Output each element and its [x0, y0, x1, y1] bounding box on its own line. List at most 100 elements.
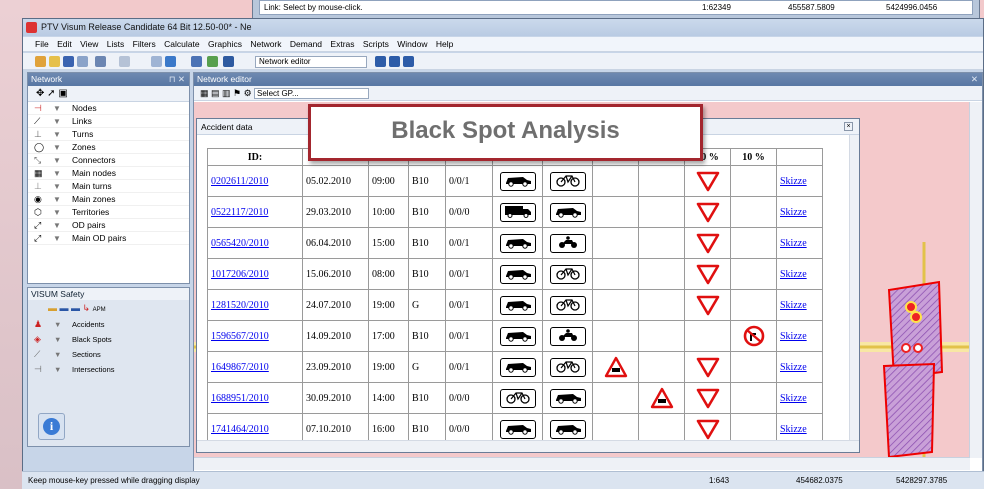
network-item-nodes[interactable]: ⊣ ▼ Nodes [28, 102, 189, 115]
menu-demand[interactable]: Demand [290, 39, 322, 49]
sign-10-cell [730, 258, 777, 290]
filter-icon[interactable]: ▼ [53, 180, 61, 193]
layout-columns-icon[interactable] [403, 56, 414, 67]
accident-id-link[interactable]: 1741464/2010 [211, 424, 269, 435]
undo-icon[interactable] [95, 56, 106, 67]
filter-icon[interactable]: ▼ [53, 206, 61, 219]
filter-icon[interactable] [151, 56, 162, 67]
layout-icon[interactable] [375, 56, 386, 67]
network-item-main-nodes[interactable]: ▦ ▼ Main nodes [28, 167, 189, 180]
network-item-territories[interactable]: ⬡ ▼ Territories [28, 206, 189, 219]
filter-icon[interactable]: ▼ [53, 232, 61, 245]
info-button[interactable]: i [38, 413, 65, 440]
accident-vertical-scrollbar[interactable] [849, 135, 859, 441]
filter-icon[interactable]: ▼ [53, 193, 61, 206]
graph-icon[interactable] [207, 56, 218, 67]
accident-id-link[interactable]: 1017206/2010 [211, 269, 269, 280]
save-icon[interactable]: ▬ [60, 303, 69, 313]
grid-icon[interactable] [223, 56, 234, 67]
sketch-link[interactable]: Skizze [780, 176, 807, 187]
network-item-main-turns[interactable]: ⊥ ▼ Main turns [28, 180, 189, 193]
network-item-od-pairs[interactable]: ⤢ ▼ OD pairs [28, 219, 189, 232]
apm-icon[interactable]: ↳ [83, 303, 91, 313]
close-icon[interactable]: ✕ [971, 73, 978, 86]
window-icon[interactable]: ▣ [58, 88, 67, 99]
close-icon[interactable]: × [844, 122, 853, 131]
menu-filters[interactable]: Filters [133, 39, 156, 49]
menu-window[interactable]: Window [397, 39, 427, 49]
safety-item-sections[interactable]: ⟋ ▼ Sections [28, 347, 189, 362]
open-icon[interactable]: ▬ [48, 303, 57, 313]
warning-cell [638, 196, 685, 228]
filter-icon[interactable]: ▼ [53, 141, 61, 154]
info-icon[interactable] [165, 56, 176, 67]
menu-calculate[interactable]: Calculate [164, 39, 199, 49]
menu-extras[interactable]: Extras [330, 39, 354, 49]
print-icon[interactable] [77, 56, 88, 67]
filter-icon[interactable]: ▼ [54, 347, 61, 362]
filter-icon[interactable]: ▼ [53, 128, 61, 141]
menu-file[interactable]: File [35, 39, 49, 49]
safety-item-black-spots[interactable]: ◈ ▼ Black Spots [28, 332, 189, 347]
sketch-link[interactable]: Skizze [780, 238, 807, 249]
sketch-link[interactable]: Skizze [780, 393, 807, 404]
sketch-link[interactable]: Skizze [780, 269, 807, 280]
view-select[interactable]: Network editor [255, 56, 367, 68]
panel-close-icon[interactable]: ⊓ ✕ [169, 73, 185, 86]
grid-icon[interactable]: ▬ [71, 303, 80, 313]
accident-id-link[interactable]: 1281520/2010 [211, 300, 269, 311]
network-item-turns[interactable]: ⊥ ▼ Turns [28, 128, 189, 141]
accident-id-link[interactable]: 0565420/2010 [211, 238, 269, 249]
menu-help[interactable]: Help [436, 39, 453, 49]
safety-item-accidents[interactable]: ♟ ▼ Accidents [28, 317, 189, 332]
network-item-main-od-pairs[interactable]: ⤢ ▼ Main OD pairs [28, 232, 189, 245]
accident-table: ID: 80 % 10 % 0202611/2010 05.02.2010 09:0… [207, 148, 823, 452]
accident-road-cell: B10 [408, 227, 446, 259]
sketch-link[interactable]: Skizze [780, 331, 807, 342]
network-item-links[interactable]: ⟋ ▼ Links [28, 115, 189, 128]
menu-lists[interactable]: Lists [107, 39, 124, 49]
save-icon[interactable] [63, 56, 74, 67]
filter-icon[interactable]: ▼ [54, 317, 61, 332]
select-mode[interactable]: Select GP... [254, 88, 369, 99]
sketch-link[interactable]: Skizze [780, 207, 807, 218]
layout-split-icon[interactable] [389, 56, 400, 67]
list-icon[interactable] [191, 56, 202, 67]
network-panel-toolbar: ✥ ➚ ▣ [28, 86, 189, 102]
sketch-link[interactable]: Skizze [780, 300, 807, 311]
accident-id-link[interactable]: 0202611/2010 [211, 176, 268, 187]
map-horizontal-scrollbar[interactable] [194, 457, 970, 470]
filter-icon[interactable]: ▼ [53, 102, 61, 115]
accident-id-link[interactable]: 1649867/2010 [211, 362, 269, 373]
redo-icon[interactable] [119, 56, 130, 67]
accident-id-link[interactable]: 0522117/2010 [211, 207, 268, 218]
filter-icon[interactable]: ▼ [54, 362, 61, 377]
accident-id-link[interactable]: 1688951/2010 [211, 393, 269, 404]
open-icon[interactable] [49, 56, 60, 67]
network-item-zones[interactable]: ◯ ▼ Zones [28, 141, 189, 154]
filter-icon[interactable]: ▼ [54, 332, 61, 347]
menu-graphics[interactable]: Graphics [208, 39, 242, 49]
filter-icon[interactable]: ▼ [53, 115, 61, 128]
filter-icon[interactable]: ▼ [53, 154, 61, 167]
map-vertical-scrollbar[interactable] [969, 102, 982, 458]
safety-item-intersections[interactable]: ⊣ ▼ Intersections [28, 362, 189, 377]
add-icon[interactable]: ✥ [36, 88, 44, 99]
accident-horizontal-scrollbar[interactable] [197, 440, 859, 452]
sign-10-cell [730, 227, 777, 259]
filter-icon[interactable]: ▼ [53, 167, 61, 180]
menu-network[interactable]: Network [250, 39, 281, 49]
new-icon[interactable] [35, 56, 46, 67]
network-item-main-zones[interactable]: ◉ ▼ Main zones [28, 193, 189, 206]
editor-tools-icon[interactable]: ▦ ▤ ▥ ⚑ ⚙ [200, 88, 252, 99]
menu-view[interactable]: View [80, 39, 98, 49]
menu-edit[interactable]: Edit [57, 39, 72, 49]
sign-10-cell [730, 382, 777, 414]
sketch-link[interactable]: Skizze [780, 362, 807, 373]
network-item-connectors[interactable]: ⤡ ▼ Connectors [28, 154, 189, 167]
filter-icon[interactable]: ▼ [53, 219, 61, 232]
sketch-link[interactable]: Skizze [780, 424, 807, 435]
pointer-icon[interactable]: ➚ [47, 88, 55, 99]
menu-scripts[interactable]: Scripts [363, 39, 389, 49]
accident-id-link[interactable]: 1596567/2010 [211, 331, 269, 342]
